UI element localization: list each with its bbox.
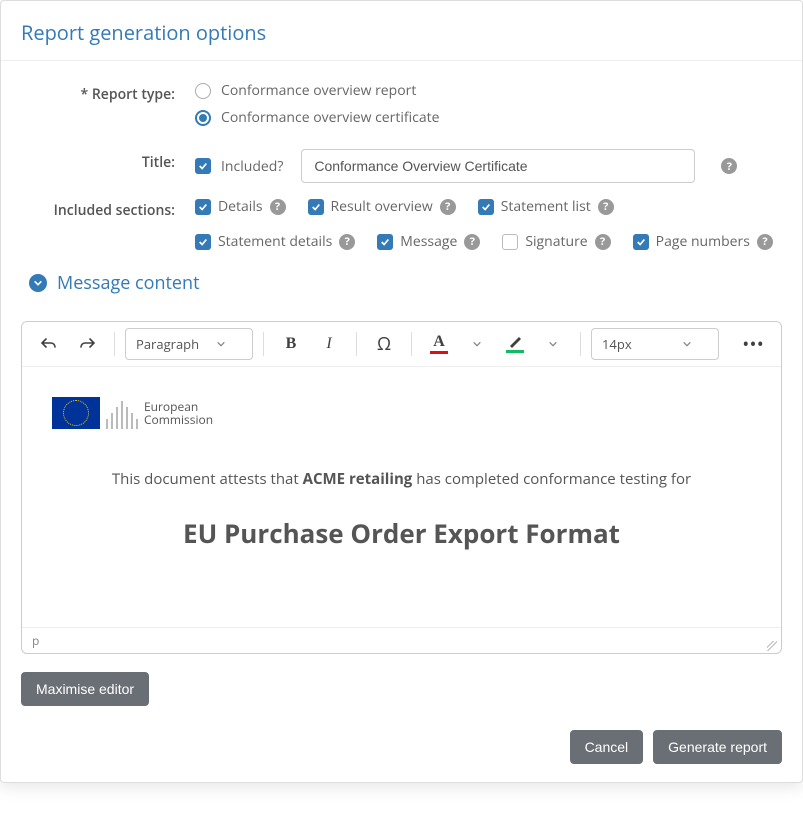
checkbox-icon	[308, 199, 324, 215]
editor-toolbar: Paragraph B I Ω A	[22, 322, 781, 367]
section-result-overview[interactable]: Result overview ?	[308, 197, 456, 216]
editor-status-bar: p	[22, 627, 781, 653]
chevron-down-icon	[548, 339, 558, 349]
section-details[interactable]: Details ?	[195, 197, 286, 216]
maximise-editor-button[interactable]: Maximise editor	[21, 672, 149, 706]
radio-label: Conformance overview certificate	[221, 108, 439, 127]
title-controls: Included? ?	[195, 149, 782, 183]
help-icon[interactable]: ?	[757, 234, 773, 250]
bold-button[interactable]: B	[274, 328, 308, 360]
generate-report-button[interactable]: Generate report	[653, 730, 782, 764]
section-label: Statement details	[218, 232, 332, 251]
help-icon[interactable]: ?	[598, 199, 614, 215]
section-label: Details	[218, 197, 263, 216]
label-included: Included?	[221, 157, 283, 176]
section-statement-details[interactable]: Statement details ?	[195, 232, 355, 251]
attestation-text: This document attests that ACME retailin…	[52, 469, 751, 489]
modal-body: * Report type: Conformance overview repo…	[1, 61, 802, 716]
label-title: Title:	[21, 149, 195, 172]
highlight-button[interactable]	[498, 328, 532, 360]
report-type-options: Conformance overview report Conformance …	[195, 81, 782, 135]
help-icon[interactable]: ?	[595, 234, 611, 250]
rich-text-editor: Paragraph B I Ω A	[21, 321, 782, 654]
section-label: Page numbers	[656, 232, 750, 251]
font-size-value: 14px	[602, 335, 632, 353]
label-report-type: * Report type:	[21, 81, 195, 104]
section-label: Signature	[525, 232, 587, 251]
report-options-modal: Report generation options * Report type:…	[0, 0, 803, 783]
checkbox-icon	[377, 234, 393, 250]
separator	[356, 332, 357, 356]
eu-flag-icon	[52, 397, 100, 429]
message-content-toggle[interactable]: Message content	[21, 265, 782, 301]
redo-button[interactable]	[70, 328, 104, 360]
editor-content[interactable]: European Commission This document attest…	[22, 367, 781, 627]
row-sections: Included sections: Details ? Result over…	[21, 197, 782, 251]
row-title: Title: Included? ?	[21, 149, 782, 183]
text-color-menu[interactable]	[460, 328, 494, 360]
below-editor: Maximise editor	[21, 672, 782, 706]
modal-title: Report generation options	[21, 19, 782, 46]
text-color-button[interactable]: A	[422, 328, 456, 360]
color-swatch	[506, 350, 524, 353]
separator	[263, 332, 264, 356]
section-label: Message	[400, 232, 457, 251]
sections-list: Details ? Result overview ? Statement li…	[195, 197, 782, 251]
cancel-button[interactable]: Cancel	[570, 730, 644, 764]
paragraph-style-select[interactable]: Paragraph	[125, 328, 253, 360]
radio-label: Conformance overview report	[221, 81, 416, 100]
checkbox-icon	[502, 234, 518, 250]
section-message[interactable]: Message ?	[377, 232, 480, 251]
checkbox-icon	[195, 234, 211, 250]
help-icon[interactable]: ?	[440, 199, 456, 215]
undo-button[interactable]	[32, 328, 66, 360]
ec-logo: European Commission	[52, 397, 751, 429]
chevron-down-icon	[682, 339, 692, 349]
help-icon[interactable]: ?	[464, 234, 480, 250]
section-page-numbers[interactable]: Page numbers ?	[633, 232, 773, 251]
font-size-select[interactable]: 14px	[591, 328, 719, 360]
help-icon[interactable]: ?	[270, 199, 286, 215]
highlight-menu[interactable]	[536, 328, 570, 360]
separator	[114, 332, 115, 356]
section-statement-list[interactable]: Statement list ?	[478, 197, 614, 216]
help-icon[interactable]: ?	[339, 234, 355, 250]
modal-header: Report generation options	[1, 1, 802, 61]
modal-footer: Cancel Generate report	[1, 716, 802, 782]
help-icon[interactable]: ?	[721, 158, 737, 174]
radio-icon	[195, 110, 211, 126]
checkbox-title-included[interactable]	[195, 158, 211, 174]
more-button[interactable]: •••	[737, 328, 771, 360]
chevron-down-icon	[216, 339, 226, 349]
radio-overview-report[interactable]: Conformance overview report	[195, 81, 782, 100]
resize-handle[interactable]	[767, 641, 777, 651]
chevron-down-icon	[29, 274, 47, 292]
checkbox-icon	[195, 199, 211, 215]
color-swatch	[430, 351, 448, 354]
radio-overview-certificate[interactable]: Conformance overview certificate	[195, 108, 782, 127]
italic-button[interactable]: I	[312, 328, 346, 360]
chevron-down-icon	[472, 339, 482, 349]
special-char-button[interactable]: Ω	[367, 328, 401, 360]
section-signature[interactable]: Signature ?	[502, 232, 610, 251]
section-label: Statement list	[501, 197, 591, 216]
certificate-heading: EU Purchase Order Export Format	[52, 515, 751, 551]
separator	[411, 332, 412, 356]
label-sections: Included sections:	[21, 197, 195, 220]
ec-graphic-icon	[106, 397, 138, 429]
collapsible-title: Message content	[57, 271, 199, 295]
title-input[interactable]	[301, 149, 695, 183]
paragraph-style-value: Paragraph	[136, 335, 199, 353]
text-color-icon: A	[433, 334, 445, 350]
section-label: Result overview	[331, 197, 433, 216]
row-report-type: * Report type: Conformance overview repo…	[21, 81, 782, 135]
ec-logo-text: European Commission	[144, 400, 213, 426]
separator	[580, 332, 581, 356]
highlight-icon	[507, 335, 523, 349]
element-path: p	[32, 632, 39, 649]
checkbox-icon	[478, 199, 494, 215]
radio-icon	[195, 83, 211, 99]
checkbox-icon	[633, 234, 649, 250]
